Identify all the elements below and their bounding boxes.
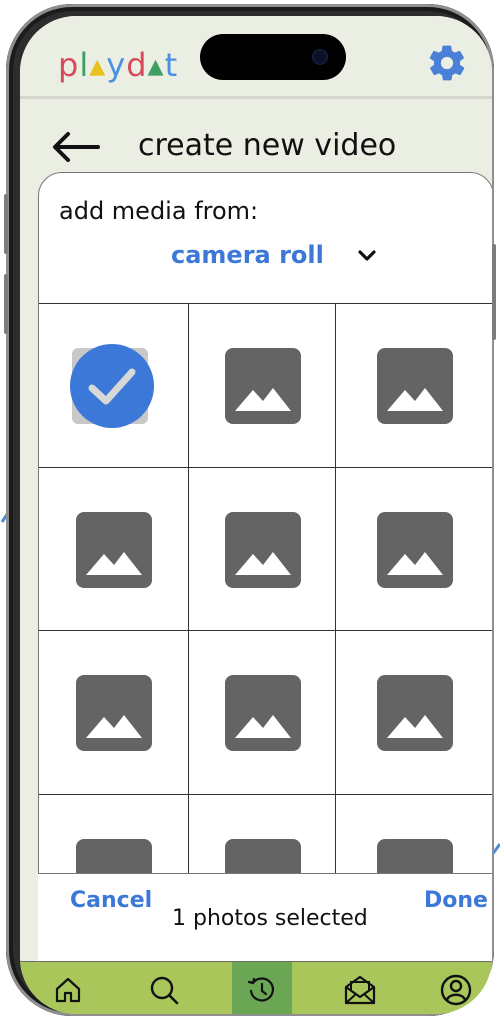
mail-icon (344, 975, 376, 1004)
camera-lens (312, 49, 328, 65)
side-button (4, 274, 8, 334)
app-logo: pl▴yd▴t (58, 46, 179, 84)
nav-home[interactable] (38, 962, 98, 1014)
search-icon (150, 976, 179, 1004)
screen: pl▴yd▴t create new video add media from:… (20, 16, 492, 1014)
side-button (492, 244, 496, 340)
history-icon (247, 976, 274, 1002)
photo-cell[interactable] (336, 304, 492, 468)
add-media-prompt: add media from: (59, 197, 259, 225)
media-source-value: camera roll (171, 241, 324, 269)
selected-count-text: 1 photos selected (172, 906, 368, 931)
left-arrow-icon[interactable] (50, 130, 100, 164)
photo-cell[interactable] (39, 631, 189, 795)
checkmark-icon (88, 368, 136, 405)
profile-icon (440, 974, 472, 1005)
image-placeholder-icon (224, 348, 301, 424)
chevron-down-icon (358, 250, 376, 261)
nav-inbox[interactable] (330, 962, 390, 1014)
gear-icon[interactable] (426, 42, 468, 84)
cancel-button[interactable]: Cancel (70, 888, 152, 913)
image-placeholder-icon (376, 348, 453, 424)
dynamic-island (200, 34, 346, 80)
phone-frame: pl▴yd▴t create new video add media from:… (4, 4, 496, 1016)
page-title: create new video (138, 128, 397, 163)
photo-cell[interactable] (39, 304, 189, 468)
image-placeholder-icon (376, 512, 453, 588)
bottom-nav (20, 961, 492, 1014)
image-placeholder-icon (224, 512, 301, 588)
media-picker-sheet: add media from: camera roll (38, 172, 492, 964)
picker-footer: Cancel 1 photos selected Done (38, 873, 492, 964)
photo-cell[interactable] (189, 631, 336, 795)
image-placeholder-icon (76, 512, 152, 588)
nav-profile[interactable] (426, 962, 486, 1014)
photo-cell[interactable] (189, 304, 336, 468)
home-icon (55, 977, 81, 1002)
photo-cell[interactable] (189, 468, 336, 631)
photo-cell[interactable] (336, 631, 492, 795)
photo-cell[interactable] (39, 468, 189, 631)
selected-badge (70, 344, 154, 428)
photo-grid (39, 303, 492, 959)
side-button (4, 194, 8, 254)
image-placeholder-icon (76, 675, 152, 751)
nav-history[interactable] (232, 962, 292, 1014)
photo-cell[interactable] (336, 468, 492, 631)
image-placeholder-icon (224, 675, 301, 751)
done-button[interactable]: Done (424, 888, 488, 913)
media-source-dropdown[interactable]: camera roll (171, 237, 378, 273)
header-divider (20, 96, 492, 99)
nav-search[interactable] (134, 962, 194, 1014)
image-placeholder-icon (376, 675, 453, 751)
